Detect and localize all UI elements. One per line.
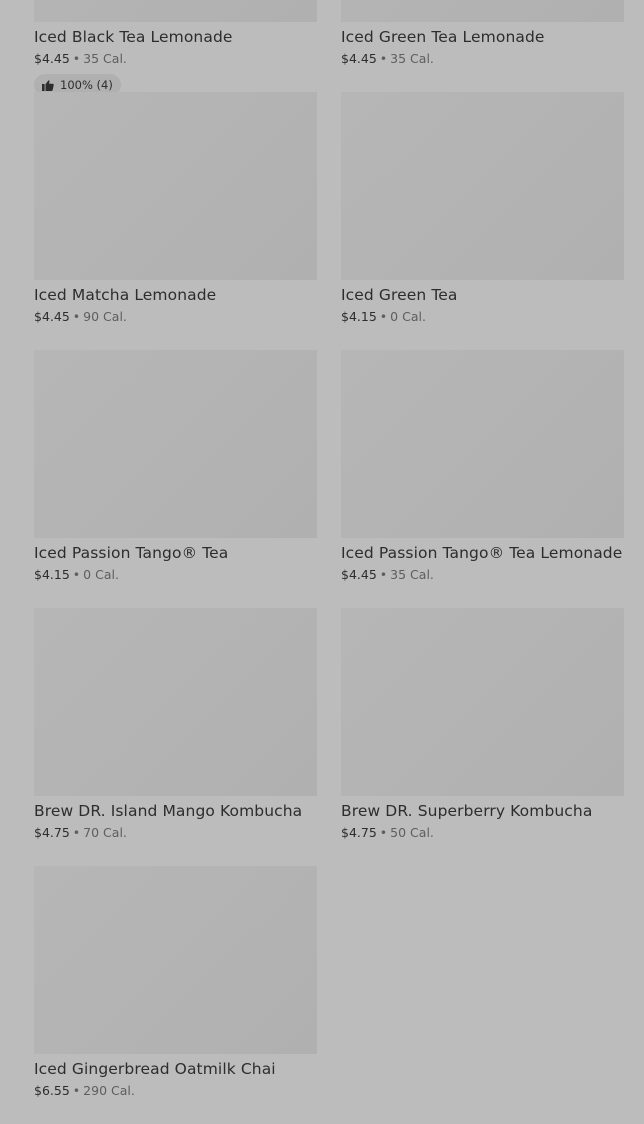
product-card[interactable]: Iced Gingerbread Oatmilk Chai $6.55 • 290 …: [34, 866, 317, 1124]
product-card[interactable]: Iced Passion Tango® Tea $4.15 • 0 Cal.: [34, 350, 317, 608]
product-card[interactable]: Brew DR. Island Mango Kombucha $4.75 • 70 …: [34, 608, 317, 866]
meta-separator: •: [379, 309, 388, 324]
product-grid: Iced Black Tea Lemonade $4.45 • 35 Cal. 10…: [34, 0, 624, 1124]
meta-separator: •: [379, 51, 388, 66]
product-calories: 35 Cal.: [83, 51, 127, 66]
product-price: $4.45: [341, 567, 377, 582]
product-image[interactable]: [34, 92, 317, 280]
product-image[interactable]: [34, 608, 317, 796]
product-meta: $4.45 • 90 Cal.: [34, 309, 127, 325]
product-image[interactable]: [341, 0, 624, 22]
product-name[interactable]: Iced Passion Tango® Tea Lemonade: [341, 543, 622, 563]
product-calories: 0 Cal.: [390, 309, 426, 324]
product-image[interactable]: [34, 866, 317, 1054]
meta-separator: •: [379, 825, 388, 840]
product-calories: 90 Cal.: [83, 309, 127, 324]
product-image[interactable]: [34, 0, 317, 22]
product-image[interactable]: [341, 608, 624, 796]
product-meta: $4.15 • 0 Cal.: [34, 567, 119, 583]
meta-separator: •: [72, 51, 81, 66]
product-name[interactable]: Brew DR. Island Mango Kombucha: [34, 801, 302, 821]
product-card[interactable]: Brew DR. Superberry Kombucha $4.75 • 50 Ca…: [341, 608, 624, 866]
product-price: $6.55: [34, 1083, 70, 1098]
product-meta: $4.75 • 50 Cal.: [341, 825, 434, 841]
product-price: $4.15: [34, 567, 70, 582]
product-price: $4.45: [34, 51, 70, 66]
product-card[interactable]: Iced Green Tea $4.15 • 0 Cal.: [341, 92, 624, 350]
product-calories: 35 Cal.: [390, 51, 434, 66]
product-price: $4.15: [341, 309, 377, 324]
product-name[interactable]: Iced Gingerbread Oatmilk Chai: [34, 1059, 276, 1079]
product-card[interactable]: Iced Green Tea Lemonade $4.45 • 35 Cal.: [341, 0, 624, 92]
product-meta: $4.45 • 35 Cal.: [341, 51, 434, 67]
thumbs-up-icon: [42, 79, 54, 91]
rating-text: 100% (4): [60, 78, 113, 92]
product-calories: 0 Cal.: [83, 567, 119, 582]
product-price: $4.45: [34, 309, 70, 324]
product-card[interactable]: Iced Black Tea Lemonade $4.45 • 35 Cal. 10…: [34, 0, 317, 96]
product-name[interactable]: Iced Passion Tango® Tea: [34, 543, 228, 563]
product-name[interactable]: Iced Matcha Lemonade: [34, 285, 216, 305]
product-name[interactable]: Brew DR. Superberry Kombucha: [341, 801, 592, 821]
product-card[interactable]: Iced Matcha Lemonade $4.45 • 90 Cal.: [34, 92, 317, 350]
product-price: $4.45: [341, 51, 377, 66]
product-calories: 50 Cal.: [390, 825, 434, 840]
product-card[interactable]: Iced Passion Tango® Tea Lemonade $4.45 • 3…: [341, 350, 624, 608]
meta-separator: •: [379, 567, 388, 582]
product-price: $4.75: [34, 825, 70, 840]
meta-separator: •: [72, 1083, 81, 1098]
product-name[interactable]: Iced Green Tea Lemonade: [341, 27, 545, 47]
meta-separator: •: [72, 825, 81, 840]
meta-separator: •: [72, 567, 81, 582]
product-meta: $4.75 • 70 Cal.: [34, 825, 127, 841]
meta-separator: •: [72, 309, 81, 324]
product-calories: 70 Cal.: [83, 825, 127, 840]
product-calories: 35 Cal.: [390, 567, 434, 582]
product-price: $4.75: [341, 825, 377, 840]
product-name[interactable]: Iced Green Tea: [341, 285, 458, 305]
product-meta: $4.45 • 35 Cal.: [341, 567, 434, 583]
product-name[interactable]: Iced Black Tea Lemonade: [34, 27, 233, 47]
product-meta: $4.45 • 35 Cal.: [34, 51, 127, 67]
product-meta: $4.15 • 0 Cal.: [341, 309, 426, 325]
product-image[interactable]: [341, 350, 624, 538]
product-calories: 290 Cal.: [83, 1083, 135, 1098]
product-image[interactable]: [341, 92, 624, 280]
product-image[interactable]: [34, 350, 317, 538]
product-meta: $6.55 • 290 Cal.: [34, 1083, 135, 1099]
